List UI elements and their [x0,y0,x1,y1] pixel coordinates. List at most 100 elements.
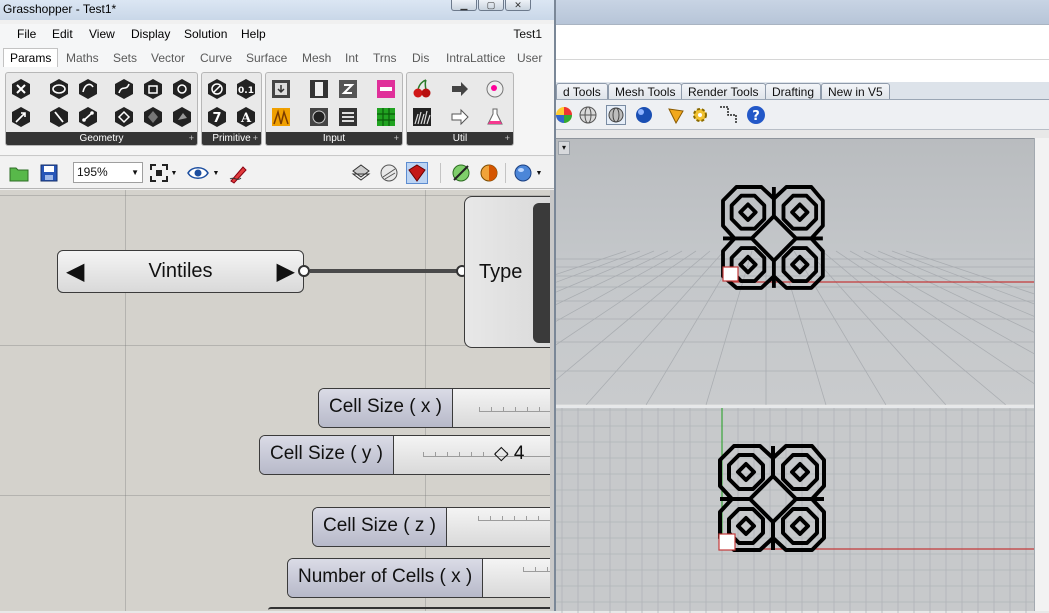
display-sphere-icon[interactable] [512,162,534,184]
canvas-scrollbar[interactable] [550,190,554,611]
rhino-viewport-top[interactable] [556,406,1034,613]
swatch-icon[interactable] [336,105,360,129]
rhino-tab-tools[interactable]: d Tools [556,83,608,99]
circle-icon[interactable] [47,77,71,101]
rhino-tab-render-tools[interactable]: Render Tools [681,83,766,99]
preview-eye-icon[interactable] [187,162,209,184]
flask-icon[interactable] [483,105,507,129]
document-name[interactable]: Test1 [513,27,542,41]
graph-icon[interactable] [374,77,398,101]
panel-icon[interactable] [269,77,293,101]
value-list-vintiles[interactable]: ◀ Vintiles ▶ [57,250,304,293]
rhino-tab-new-in-v5[interactable]: New in V5 [821,83,890,99]
slider-cell-size-y[interactable]: Cell Size ( y ) ◇ 4 [259,435,550,475]
data-dam-icon[interactable] [483,77,507,101]
blue-sphere-icon[interactable] [634,105,654,125]
slider-cell-size-z[interactable]: Cell Size ( z ) [312,507,550,547]
line-icon[interactable] [47,105,71,129]
slider-track[interactable] [478,516,550,528]
tab-surface[interactable]: Surface [246,51,287,65]
tab-intralattice[interactable]: IntraLattice [446,51,505,65]
shaded-sphere-icon[interactable] [578,105,598,125]
maximize-button[interactable]: ▢ [478,0,504,11]
slider-cell-size-x[interactable]: Cell Size ( x ) [318,388,550,428]
close-button[interactable]: ✕ [505,0,531,11]
output-port[interactable] [298,265,310,277]
number-icon[interactable]: 0.1 [234,77,258,101]
slider-track[interactable] [423,452,550,464]
slider-track[interactable] [479,407,550,419]
bake-icon[interactable] [350,162,372,184]
chevron-down-icon[interactable]: ▼ [210,162,222,184]
tab-dis[interactable]: Dis [412,51,429,65]
minimize-button[interactable]: ▁ [451,0,477,11]
gear-icon[interactable] [690,105,710,125]
expand-icon[interactable]: + [505,132,510,145]
boolean-icon[interactable] [205,77,229,101]
curve-icon[interactable] [112,77,136,101]
zoom-dropdown[interactable]: 195% ▼ [73,162,143,183]
title-bar[interactable]: Grasshopper - Test1* ▁ ▢ ✕ [0,0,554,20]
tab-params[interactable]: Params [3,48,59,67]
plane-icon[interactable] [76,105,100,129]
chevron-down-icon[interactable]: ▼ [533,162,545,184]
preview-shaded-icon[interactable] [406,162,428,184]
rendered-sphere-icon[interactable] [606,105,626,125]
menu-solution[interactable]: Solution [184,27,227,41]
cherry-icon[interactable] [410,77,434,101]
tab-trns[interactable]: Trns [373,51,397,65]
menu-help[interactable]: Help [241,27,266,41]
rhino-tab-drafting[interactable]: Drafting [765,83,822,99]
vector-icon[interactable] [9,105,33,129]
chevron-down-icon[interactable]: ▼ [168,162,180,184]
menu-view[interactable]: View [89,27,115,41]
rhino-tab-mesh-tools[interactable]: Mesh Tools [608,83,683,99]
type-component[interactable]: Type [464,196,550,348]
expand-icon[interactable]: + [394,132,399,145]
tab-user[interactable]: User [517,51,542,65]
geometry-icon[interactable] [170,105,194,129]
expand-icon[interactable]: + [189,132,194,145]
preview-color-icon[interactable] [478,162,500,184]
slider-track[interactable] [523,567,550,579]
button-icon[interactable] [374,105,398,129]
wire-display-icon[interactable] [378,162,400,184]
menu-file[interactable]: File [17,27,36,41]
surface-icon[interactable] [112,105,136,129]
grid-snap-icon[interactable] [718,105,738,125]
slider-icon[interactable] [307,77,331,101]
relay-icon[interactable] [448,77,472,101]
connection-wire[interactable] [310,269,460,273]
sketch-pen-icon[interactable] [228,162,250,184]
grasshopper-canvas[interactable]: ◀ Vintiles ▶ Type Cell Size ( x ) Cell S… [0,190,550,611]
list-icon[interactable] [307,105,331,129]
gradient-icon[interactable] [269,105,293,129]
menu-display[interactable]: Display [131,27,170,41]
tab-mesh[interactable]: Mesh [302,51,331,65]
toggle-icon[interactable] [336,77,360,101]
tab-int[interactable]: Int [345,51,358,65]
tab-vector[interactable]: Vector [151,51,185,65]
zoom-extents-icon[interactable] [148,162,170,184]
help-icon[interactable]: ? [746,105,766,125]
open-folder-icon[interactable] [8,162,30,184]
box-icon[interactable] [141,77,165,101]
preview-wireframe-icon[interactable] [450,162,472,184]
tab-curve[interactable]: Curve [200,51,232,65]
mesh-icon[interactable] [141,105,165,129]
slider-number-of-cells-x[interactable]: Number of Cells ( x ) [287,558,550,598]
expand-icon[interactable]: + [253,132,258,145]
point-icon[interactable] [9,77,33,101]
menu-edit[interactable]: Edit [52,27,73,41]
tab-maths[interactable]: Maths [66,51,99,65]
color-wheel-icon[interactable] [554,105,574,125]
brep-icon[interactable] [170,77,194,101]
light-icon[interactable] [666,105,686,125]
text-icon[interactable]: A [234,105,258,129]
cluster-icon[interactable] [448,105,472,129]
rhino-command-area[interactable] [556,24,1049,82]
right-arrow-button[interactable]: ▶ [277,257,295,286]
save-icon[interactable] [38,162,60,184]
arc-icon[interactable] [76,77,100,101]
rhino-viewport-perspective[interactable]: ▾ [556,138,1034,405]
